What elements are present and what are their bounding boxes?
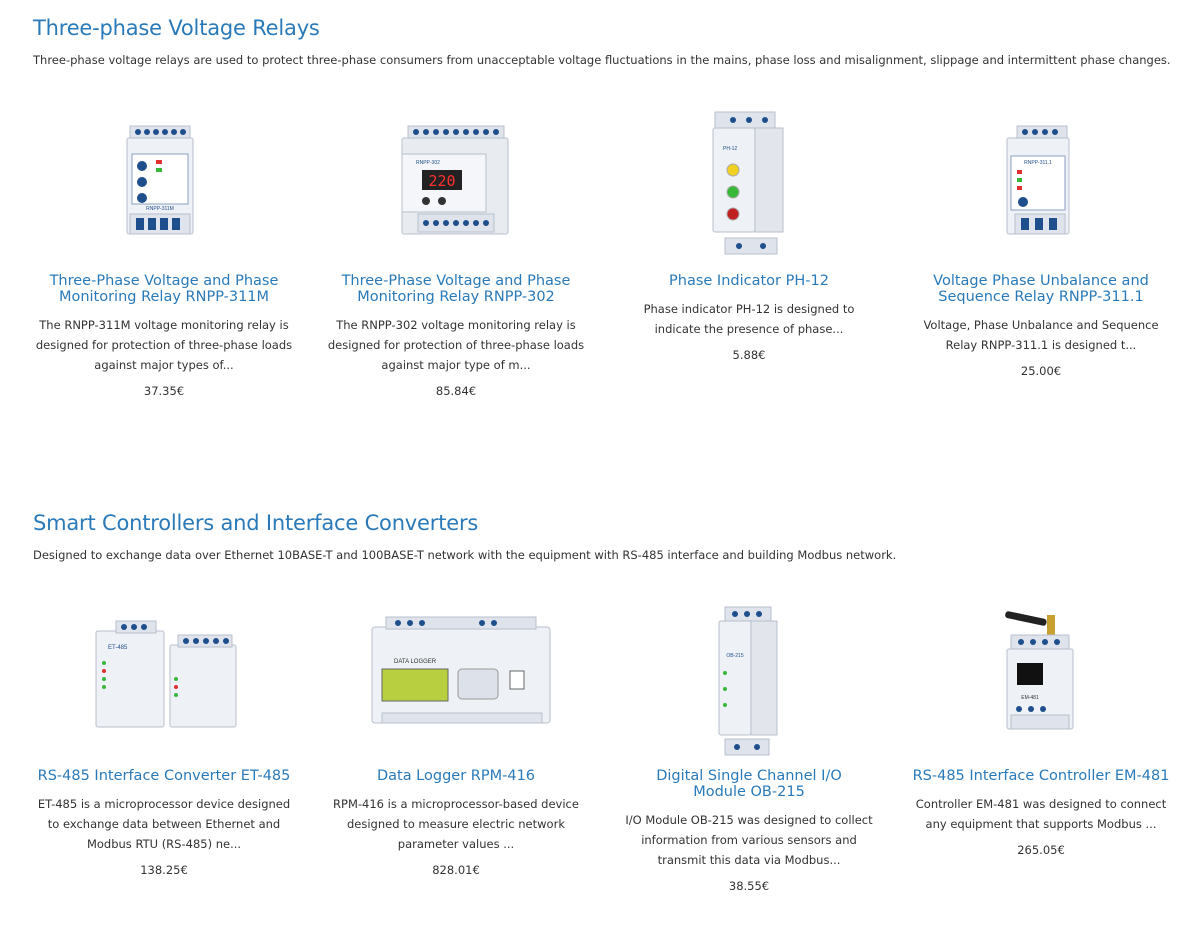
product-price: 5.88€ [732, 348, 766, 362]
product-image[interactable]: DATA LOGGER [322, 593, 590, 768]
product-card: 220 RNPP-302 Three-Phase Voltage and Pha… [322, 98, 590, 398]
product-title-link[interactable]: RS-485 Interface Controller EM-481 [911, 768, 1171, 784]
product-description: Voltage, Phase Unbalance and Sequence Re… [923, 318, 1159, 352]
product-card: EM-481 RS-485 Interface Controller EM-48… [907, 593, 1175, 857]
product-image[interactable]: RNPP-311.1 [907, 98, 1175, 273]
product-image[interactable]: OB-215 [615, 593, 883, 768]
product-description: RPM-416 is a microprocessor-based device… [333, 797, 579, 851]
product-price: 37.35€ [143, 384, 185, 398]
product-card: RNPP-311M Three-Phase Voltage and Phase … [30, 98, 298, 398]
product-price: 38.55€ [728, 879, 770, 893]
device-label: DATA LOGGER [394, 659, 437, 665]
product-image[interactable]: 220 RNPP-302 [322, 98, 590, 273]
device-label: PH-12 [723, 146, 737, 152]
section-description: Designed to exchange data over Ethernet … [33, 548, 897, 562]
product-description: I/O Module OB-215 was designed to collec… [625, 813, 873, 867]
product-card: OB-215 Digital Single Channel I/O Module… [615, 593, 883, 893]
device-label: ET-485 [108, 645, 128, 651]
product-card: DATA LOGGER Data Logger RPM-416 RPM-416 … [322, 593, 590, 877]
product-description: The RNPP-311M voltage monitoring relay i… [35, 318, 293, 372]
product-title-link[interactable]: RS-485 Interface Converter ET-485 [34, 768, 294, 784]
product-title-link[interactable]: Voltage Phase Unbalance and Sequence Rel… [921, 273, 1161, 305]
product-description: Controller EM-481 was designed to connec… [915, 797, 1167, 831]
section-title: Three-phase Voltage Relays [33, 16, 320, 40]
product-card: ET-485 RS-485 Interface Converter ET-485… [30, 593, 298, 877]
device-label: OB-215 [726, 653, 743, 659]
product-card: RNPP-311.1 Voltage Phase Unbalance and S… [907, 98, 1175, 378]
product-description: The RNPP-302 voltage monitoring relay is… [327, 318, 585, 372]
product-title-link[interactable]: Three-Phase Voltage and Phase Monitoring… [336, 273, 576, 305]
product-price: 828.01€ [432, 863, 480, 877]
product-title-link[interactable]: Data Logger RPM-416 [336, 768, 576, 784]
product-price: 265.05€ [1017, 843, 1065, 857]
section-title: Smart Controllers and Interface Converte… [33, 511, 479, 535]
product-title-link[interactable]: Three-Phase Voltage and Phase Monitoring… [44, 273, 284, 305]
product-title-link[interactable]: Phase Indicator PH-12 [629, 273, 869, 289]
device-label: RNPP-311M [146, 206, 174, 212]
product-image[interactable]: PH-12 [615, 98, 883, 273]
product-image[interactable]: RNPP-311M [30, 98, 298, 273]
device-label: EM-481 [1021, 695, 1039, 701]
product-description: ET-485 is a microprocessor device design… [37, 797, 291, 851]
product-image[interactable]: ET-485 [30, 593, 298, 768]
device-label: RNPP-311.1 [1024, 160, 1052, 166]
product-price: 85.84€ [435, 384, 477, 398]
product-description: Phase indicator PH-12 is designed to ind… [643, 302, 855, 336]
device-display: 220 [428, 172, 455, 190]
product-price: 25.00€ [1020, 364, 1062, 378]
product-card: PH-12 Phase Indicator PH-12 Phase indica… [615, 98, 883, 362]
product-title-link[interactable]: Digital Single Channel I/O Module OB-215 [629, 768, 869, 800]
device-label: RNPP-302 [416, 160, 440, 166]
product-image[interactable]: EM-481 [907, 593, 1175, 768]
product-price: 138.25€ [140, 863, 188, 877]
section-description: Three-phase voltage relays are used to p… [33, 53, 1171, 67]
